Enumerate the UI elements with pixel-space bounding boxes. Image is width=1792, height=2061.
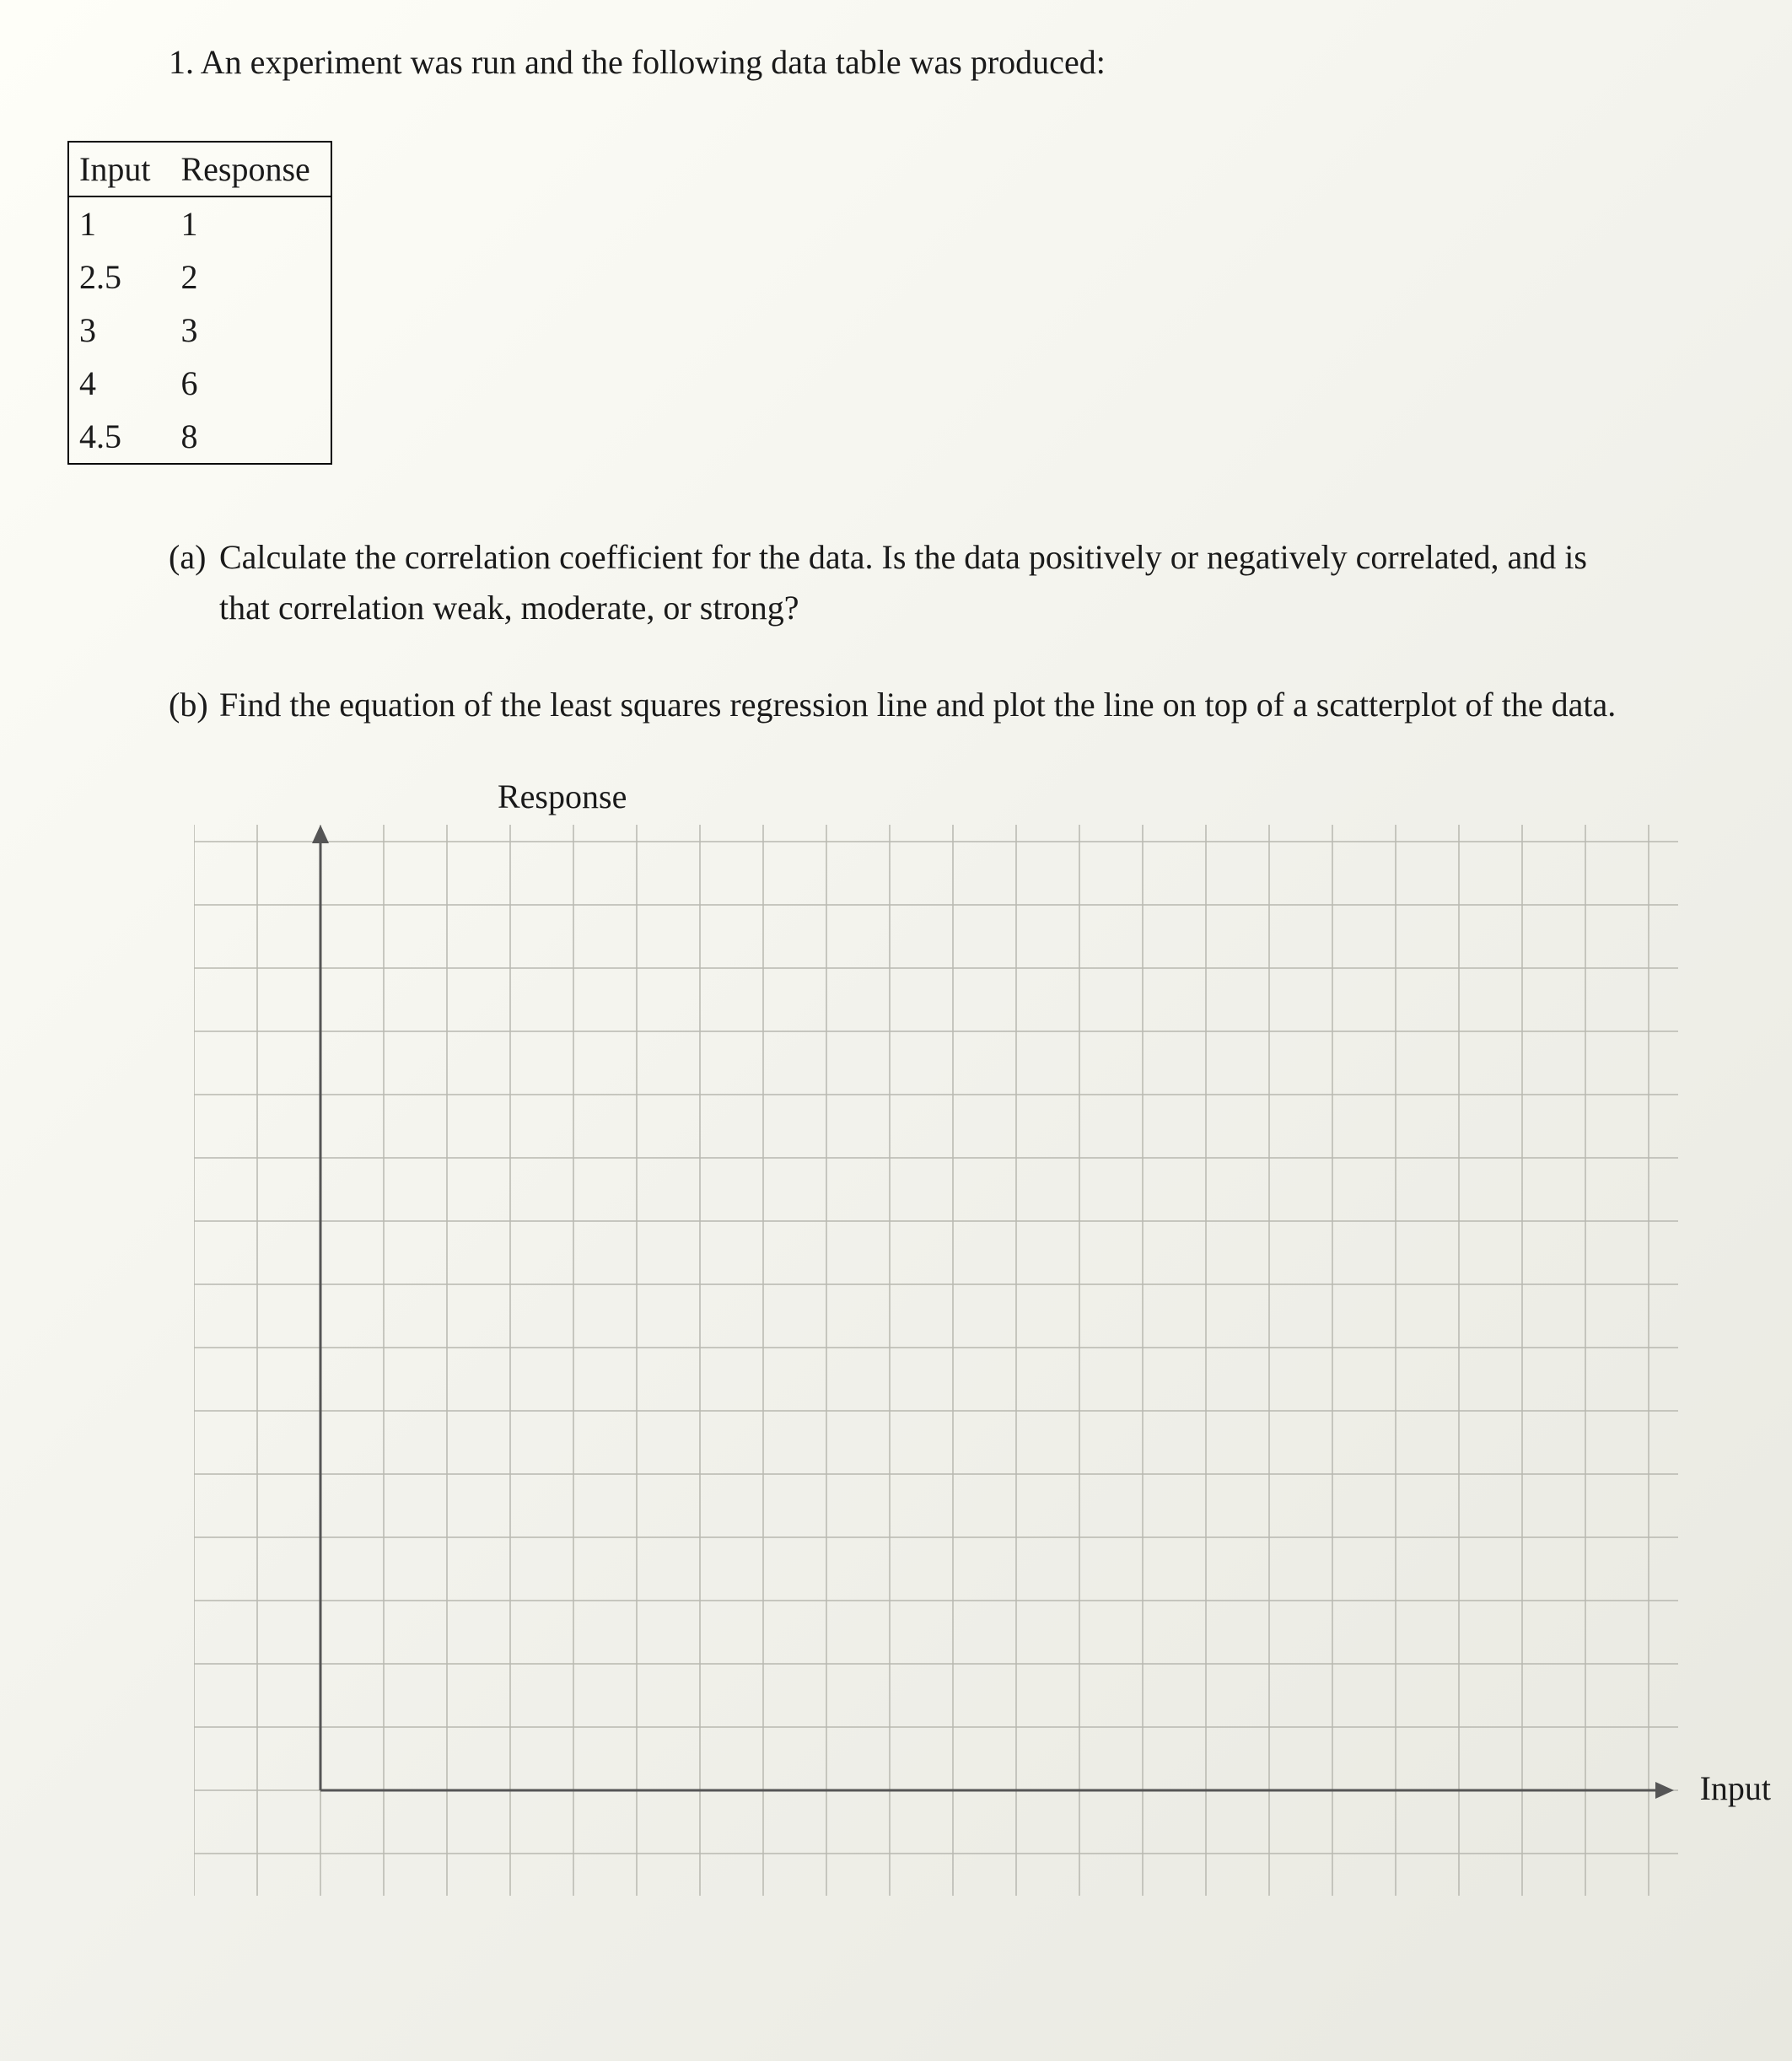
table-row: 3 3	[68, 304, 331, 357]
table-header-response: Response	[170, 142, 331, 196]
table-row: 4.5 8	[68, 410, 331, 464]
table-cell: 4.5	[68, 410, 170, 464]
question-header: 1. An experiment was run and the followi…	[169, 42, 1725, 82]
graph-grid	[194, 825, 1678, 1904]
part-a-text: Calculate the correlation coefficient fo…	[219, 538, 1587, 627]
graph-x-axis-label: Input	[1700, 1768, 1771, 1808]
graph-y-axis-label: Response	[498, 777, 1725, 816]
question-number: 1.	[169, 43, 194, 81]
part-a-label: (a)	[169, 532, 219, 583]
table-cell: 3	[68, 304, 170, 357]
table-cell: 4	[68, 357, 170, 410]
table-header-row: Input Response	[68, 142, 331, 196]
part-a: (a)Calculate the correlation coefficient…	[219, 532, 1640, 633]
question-text: An experiment was run and the following …	[201, 43, 1106, 81]
table-header-input: Input	[68, 142, 170, 196]
table-row: 2.5 2	[68, 250, 331, 304]
part-b: (b)Find the equation of the least square…	[219, 680, 1640, 730]
page-container: 1. An experiment was run and the followi…	[0, 0, 1792, 2061]
table-cell: 1	[68, 196, 170, 250]
grid-lines	[194, 825, 1678, 1896]
table-cell: 3	[170, 304, 331, 357]
table-cell: 6	[170, 357, 331, 410]
table-cell: 1	[170, 196, 331, 250]
table-cell: 2.5	[68, 250, 170, 304]
y-axis-arrow-icon	[312, 825, 329, 843]
part-b-text: Find the equation of the least squares r…	[219, 686, 1616, 724]
table-row: 4 6	[68, 357, 331, 410]
table-cell: 2	[170, 250, 331, 304]
table-row: 1 1	[68, 196, 331, 250]
part-b-label: (b)	[169, 680, 219, 730]
data-table: Input Response 1 1 2.5 2 3 3 4 6 4.5	[67, 141, 332, 465]
x-axis-arrow-icon	[1655, 1782, 1674, 1799]
graph-container	[194, 825, 1725, 1904]
table-cell: 8	[170, 410, 331, 464]
